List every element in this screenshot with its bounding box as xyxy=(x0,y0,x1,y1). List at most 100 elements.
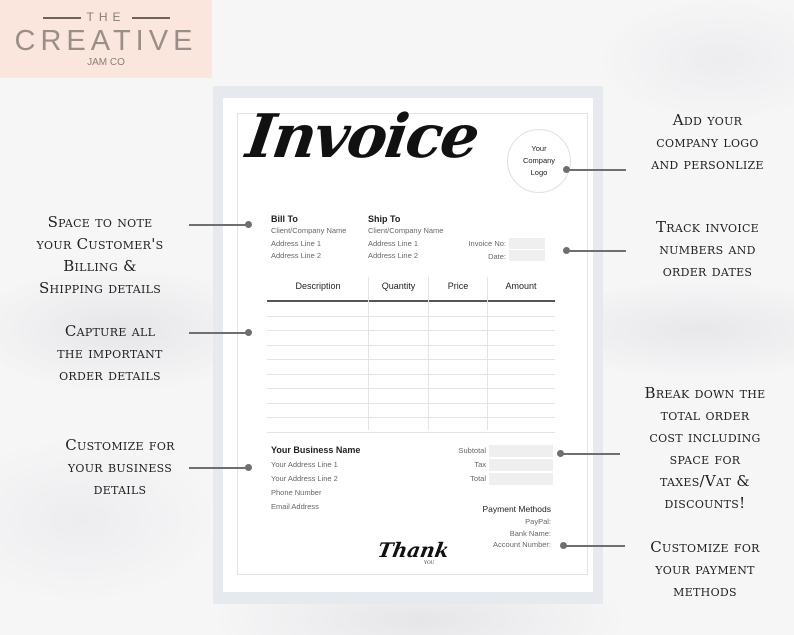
callout-line: space for xyxy=(669,450,741,468)
table-row[interactable] xyxy=(267,344,555,346)
callout-line: Capture all xyxy=(64,322,156,340)
callout-billing: Space to note your Customer's Billing & … xyxy=(20,211,180,299)
connector-dot xyxy=(560,542,567,549)
totals-labels: Subtotal Tax Total xyxy=(440,444,486,486)
date-field[interactable] xyxy=(509,250,545,261)
table-row[interactable] xyxy=(267,359,555,360)
subtotal-field[interactable] xyxy=(489,445,553,457)
ship-to-section: Ship To Client/Company Name Address Line… xyxy=(368,213,443,263)
company-logo-placeholder[interactable]: Your Company Logo xyxy=(507,129,571,193)
column-header-price: Price xyxy=(447,281,469,291)
connector-dot xyxy=(245,464,252,471)
callout-line: your payment xyxy=(655,560,755,578)
callout-line: details xyxy=(93,480,147,498)
total-label: Total xyxy=(470,474,486,483)
brand-line-jamco: JAM CO xyxy=(87,57,125,68)
business-line[interactable]: Your Address Line 2 xyxy=(271,472,360,486)
connector-dot xyxy=(557,450,564,457)
bill-to-section: Bill To Client/Company Name Address Line… xyxy=(271,213,346,263)
ship-to-line[interactable]: Address Line 2 xyxy=(368,250,443,263)
connector-line xyxy=(562,453,620,455)
table-row[interactable] xyxy=(267,402,555,404)
business-line[interactable]: Phone Number xyxy=(271,486,360,500)
brand-line-the: THE xyxy=(0,10,212,24)
bill-to-line[interactable]: Client/Company Name xyxy=(271,225,346,238)
table-row[interactable] xyxy=(267,330,555,331)
brand-logo: THE CREATIVE JAM CO xyxy=(0,0,212,78)
brand-line-creative: CREATIVE xyxy=(14,25,198,57)
payment-methods-section: Payment Methods PayPal: Bank Name: Accou… xyxy=(440,503,551,551)
table-header-rule xyxy=(267,300,555,302)
callout-line: numbers and xyxy=(659,240,756,258)
logo-text-line: Company xyxy=(522,156,556,165)
payment-line[interactable]: PayPal: xyxy=(440,516,551,528)
callout-line: Customize for xyxy=(650,538,760,556)
payment-methods-heading: Payment Methods xyxy=(482,504,551,514)
column-header-amount: Amount xyxy=(505,281,537,291)
business-section: Your Business Name Your Address Line 1 Y… xyxy=(271,444,360,514)
callout-line: taxes/Vat & xyxy=(659,472,751,490)
callout-line: the important xyxy=(57,344,163,362)
ship-to-line[interactable]: Client/Company Name xyxy=(368,225,443,238)
callout-line: Customize for xyxy=(65,436,175,454)
connector-dot xyxy=(563,247,570,254)
callout-totals: Break down the total order cost includin… xyxy=(620,382,790,514)
invoice-number-label: Invoice No: xyxy=(468,239,506,248)
connector-line xyxy=(568,250,626,252)
connector-dot xyxy=(245,221,252,228)
invoice-number-field[interactable] xyxy=(509,238,545,249)
payment-line[interactable]: Account Number: xyxy=(440,539,551,551)
column-header-quantity: Quantity xyxy=(381,281,416,291)
callout-line: Space to note xyxy=(47,213,153,231)
callout-line: Shipping details xyxy=(38,279,162,297)
callout-line: Track invoice xyxy=(655,218,760,236)
table-row[interactable] xyxy=(267,417,555,418)
invoice-meta-labels: Invoice No: Date: xyxy=(440,238,506,263)
callout-line: total order xyxy=(660,406,750,424)
callout-order: Capture all the important order details xyxy=(20,320,200,386)
payment-line[interactable]: Bank Name: xyxy=(440,528,551,540)
table-row[interactable] xyxy=(267,315,555,317)
table-row[interactable] xyxy=(267,388,555,389)
subtotal-label: Subtotal xyxy=(458,446,486,455)
callout-line: Billing & xyxy=(63,257,137,275)
callout-line: Break down the xyxy=(644,384,766,402)
bill-to-heading: Bill To xyxy=(271,214,298,224)
table-row[interactable] xyxy=(267,431,555,433)
callout-line: your Customer's xyxy=(36,235,164,253)
callout-payment: Customize for your payment methods xyxy=(620,536,790,602)
thank-you-script: Thank xyxy=(375,538,451,562)
callout-line: discounts! xyxy=(664,494,746,512)
bill-to-line[interactable]: Address Line 2 xyxy=(271,250,346,263)
business-line[interactable]: Email Address xyxy=(271,500,360,514)
callout-line: company logo xyxy=(656,133,759,151)
callout-logo: Add your company logo and personlize xyxy=(625,109,790,175)
connector-line xyxy=(565,545,625,547)
callout-line: order dates xyxy=(662,262,753,280)
callout-line: and personlize xyxy=(651,155,764,173)
table-row[interactable] xyxy=(267,373,555,375)
logo-text-line: Your xyxy=(531,144,547,153)
logo-text-line: Logo xyxy=(530,168,548,177)
bill-to-line[interactable]: Address Line 1 xyxy=(271,238,346,251)
total-field[interactable] xyxy=(489,473,553,485)
connector-dot xyxy=(245,329,252,336)
ship-to-heading: Ship To xyxy=(368,214,401,224)
callout-line: cost including xyxy=(649,428,761,446)
tax-field[interactable] xyxy=(489,459,553,471)
business-name[interactable]: Your Business Name xyxy=(271,444,360,456)
thank-you-sub: YOU xyxy=(424,561,435,566)
callout-line: methods xyxy=(673,582,737,600)
column-header-description: Description xyxy=(295,281,341,291)
connector-line xyxy=(189,332,249,334)
tax-label: Tax xyxy=(474,460,486,469)
column-divider xyxy=(487,277,488,430)
business-line[interactable]: Your Address Line 1 xyxy=(271,458,360,472)
date-label: Date: xyxy=(488,251,506,261)
column-divider xyxy=(368,277,369,430)
ship-to-line[interactable]: Address Line 1 xyxy=(368,238,443,251)
connector-line xyxy=(568,169,626,171)
callout-line: order details xyxy=(59,366,161,384)
connector-line xyxy=(189,224,249,226)
column-divider xyxy=(428,277,429,430)
